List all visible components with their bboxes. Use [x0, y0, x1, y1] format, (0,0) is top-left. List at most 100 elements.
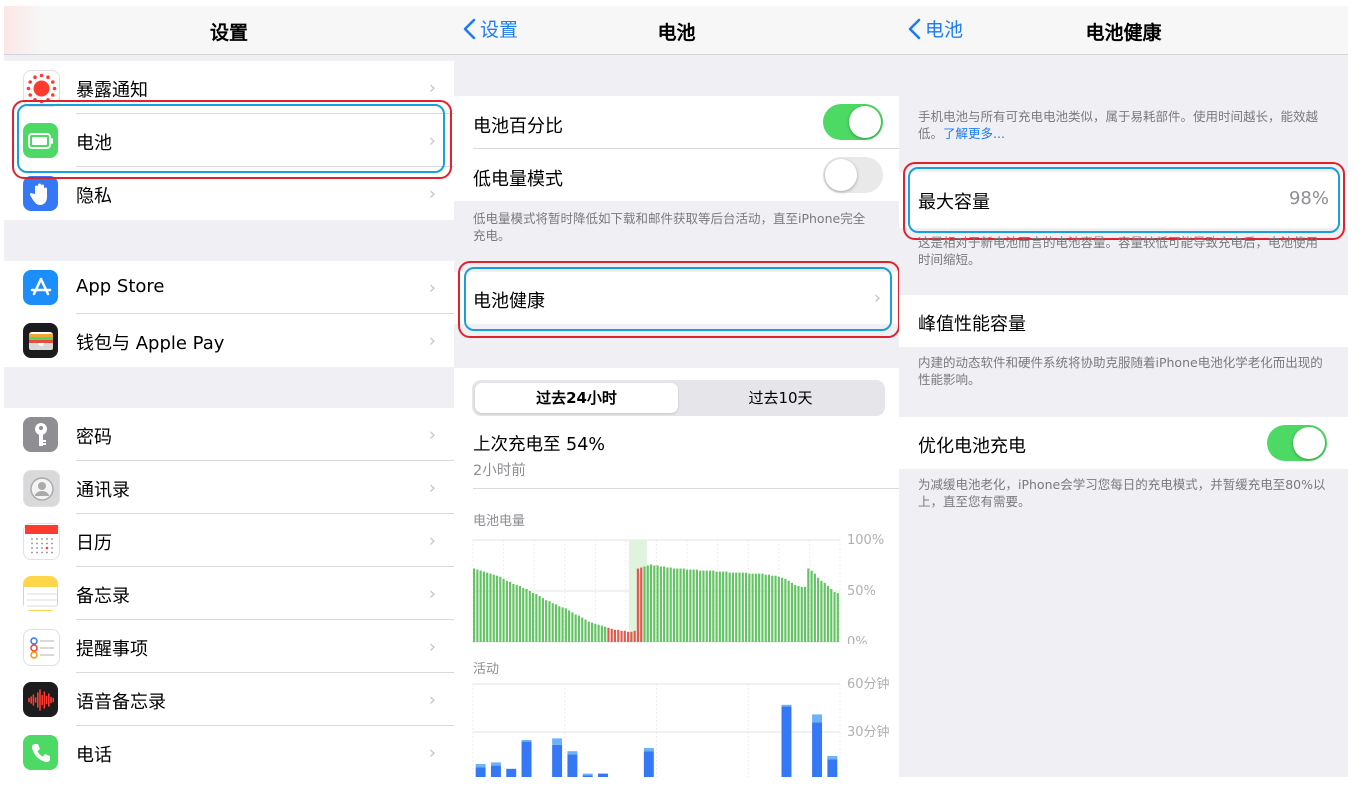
battery-level-bar	[754, 573, 757, 642]
settings-item-label: 隐私	[76, 186, 112, 207]
battery-level-bar	[784, 578, 787, 642]
divider	[473, 148, 899, 149]
battery-level-bar	[817, 577, 820, 642]
battery-level-bar	[617, 629, 620, 642]
low-power-footer: 低电量模式将暂时降低如下载和邮件获取等后台活动，直至iPhone完全充电。	[473, 211, 866, 243]
battery-level-bar	[515, 584, 518, 642]
settings-item-reminders[interactable]: 提醒事项 ›	[4, 620, 454, 673]
settings-item-label: 密码	[76, 427, 112, 448]
battery-level-bar	[738, 572, 741, 642]
battery-level-bar	[620, 630, 623, 642]
battery-level-bar	[826, 585, 830, 642]
last-charge-text: 上次充电至 54%	[473, 435, 605, 455]
battery-level-bar	[790, 582, 794, 642]
chevron-right-icon: ›	[428, 424, 436, 445]
learn-more-link[interactable]: 了解更多...	[943, 126, 1005, 141]
wallet-icon	[23, 323, 58, 358]
calendar-icon	[23, 523, 60, 560]
settings-item-voice-memos[interactable]: 语音备忘录 ›	[4, 673, 454, 726]
optimized-charging-label: 优化电池充电	[918, 436, 1026, 457]
battery-level-bar	[699, 570, 702, 642]
battery-level-bar	[476, 569, 479, 642]
battery-level-bar	[794, 584, 797, 642]
activity-bar-secondary	[567, 751, 578, 755]
battery-level-bar	[646, 565, 649, 642]
battery-level-bar	[689, 569, 692, 642]
battery-level-bar	[761, 573, 764, 642]
battery-level-bar	[531, 593, 535, 642]
last-charge-time: 2小时前	[473, 463, 526, 479]
settings-item-key[interactable]: 密码 ›	[4, 408, 454, 461]
battery-percentage-toggle[interactable]	[823, 104, 883, 140]
battery-level-bar	[777, 576, 780, 642]
battery-level-bar	[679, 568, 682, 642]
battery-level-bar	[577, 615, 581, 642]
battery-level-bar	[574, 614, 577, 642]
activity-bar-secondary	[781, 704, 792, 707]
battery-level-bar	[708, 570, 712, 642]
battery-level-bar	[613, 629, 617, 642]
battery-level-bar	[545, 600, 548, 642]
voice-memos-icon	[23, 682, 58, 717]
battery-level-bar	[564, 608, 567, 642]
battery-level-bar	[568, 610, 571, 642]
phone-icon	[23, 735, 58, 770]
battery-level-bar	[695, 569, 698, 642]
battery-level-bar	[803, 586, 807, 642]
capacity-footer: 这是相对于新电池而言的电池容量。容量较低可能导致充电后，电池使用时间缩短。	[918, 235, 1319, 267]
battery-level-bar	[505, 580, 508, 642]
battery-level-bar	[584, 619, 587, 642]
chevron-right-icon: ›	[428, 636, 436, 657]
chevron-right-icon: ›	[428, 689, 436, 710]
highlight-blue-capacity	[908, 167, 1340, 233]
optimized-charging-toggle[interactable]	[1267, 425, 1327, 461]
battery-percentage-label: 电池百分比	[473, 116, 563, 137]
settings-item-label: 语音备忘录	[76, 692, 166, 713]
settings-item-calendar[interactable]: 日历 ›	[4, 514, 454, 567]
battery-level-bar	[659, 566, 662, 642]
battery-level-bar	[810, 570, 813, 642]
hand-icon	[23, 176, 58, 211]
battery-level-bar	[735, 572, 738, 642]
low-power-toggle[interactable]	[823, 157, 883, 193]
segment-24h[interactable]: 过去24小时	[475, 383, 678, 413]
battery-level-chart: 100% 50% 0%	[472, 533, 884, 644]
battery-level-bar	[836, 593, 839, 642]
settings-item-app-store[interactable]: App Store ›	[4, 261, 454, 314]
battery-level-bar	[587, 621, 590, 642]
battery-level-bar	[702, 570, 705, 642]
activity-bar	[567, 754, 578, 777]
activity-bar-secondary	[490, 762, 501, 766]
peak-performance-row: 峰值性能容量	[899, 295, 1348, 347]
battery-level-bar	[633, 630, 636, 642]
activity-bar	[475, 767, 486, 777]
y-tick-label: 30分钟	[847, 724, 890, 740]
battery-level-bar	[528, 591, 531, 642]
battery-level-bar	[518, 585, 522, 642]
battery-level-bar	[682, 568, 685, 642]
battery-level-bar	[653, 565, 656, 642]
reminders-icon	[23, 629, 60, 666]
divider	[473, 488, 899, 489]
battery-level-bar	[607, 627, 610, 642]
battery-level-bar	[748, 573, 751, 642]
page-title: 设置	[209, 22, 248, 44]
activity-bar-secondary	[552, 738, 563, 745]
settings-item-phone[interactable]: 电话 ›	[4, 726, 454, 777]
activity-bar	[552, 744, 563, 777]
battery-level-bar	[758, 573, 761, 642]
battery-level-bar	[728, 572, 731, 642]
segment-10d[interactable]: 过去10天	[679, 383, 882, 413]
settings-item-contacts[interactable]: 通讯录 ›	[4, 461, 454, 514]
battery-level-bar	[807, 568, 810, 642]
battery-level-bar	[764, 574, 767, 642]
battery-level-bar	[692, 569, 695, 642]
settings-item-notes[interactable]: 备忘录 ›	[4, 567, 454, 620]
battery-level-bar	[672, 568, 676, 642]
y-tick-label: 100%	[847, 533, 884, 548]
settings-item-wallet[interactable]: 钱包与 Apple Pay ›	[4, 314, 454, 367]
battery-level-bar	[813, 573, 816, 642]
chevron-right-icon: ›	[428, 277, 436, 298]
activity-bar-secondary	[643, 748, 654, 752]
activity-bar	[643, 751, 654, 777]
